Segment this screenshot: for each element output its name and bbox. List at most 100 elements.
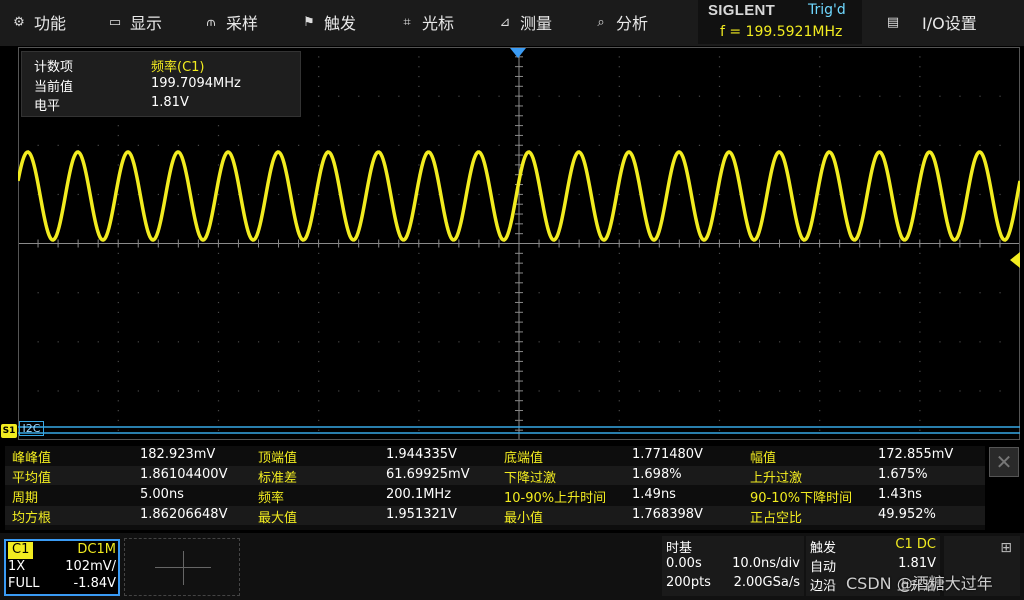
grid-dot — [137, 390, 139, 392]
trigger-frequency: f = 199.5921MHz — [720, 24, 843, 40]
i2c-decode-label[interactable]: I2C — [19, 421, 44, 436]
grid-dot — [257, 390, 260, 392]
trigger-position-marker[interactable] — [510, 48, 526, 58]
grid-dot — [678, 390, 681, 392]
grid-dot — [718, 213, 721, 215]
grid-dot — [77, 341, 79, 343]
grid-dot — [77, 390, 79, 392]
grid-dot — [939, 390, 941, 392]
grid-dot — [919, 95, 921, 97]
grid-dot — [879, 292, 881, 294]
menu-cursor-button[interactable]: ⌗ 光标 — [388, 0, 486, 44]
menu-trigger-button[interactable]: ⚑ 触发 — [290, 0, 388, 44]
ch1-offset-marker[interactable]: S1 — [1, 424, 17, 438]
grid-dot — [919, 282, 921, 284]
grid-dot — [959, 292, 961, 294]
grid-dot — [819, 419, 821, 422]
measurement-value: 172.855mV — [878, 447, 954, 462]
grid-dot — [678, 193, 681, 196]
close-measurements-button[interactable]: ✕ — [989, 447, 1019, 477]
measurement-value: 5.00ns — [140, 487, 184, 502]
grid-dot — [618, 193, 620, 196]
menu-measure-button[interactable]: ⊿ 测量 — [486, 0, 582, 44]
menu-analysis-label: 分析 — [616, 14, 649, 33]
grid-dot — [318, 351, 320, 353]
grid-dot — [899, 341, 901, 343]
menu-bar: ⚙ 功能 ▭ 显示 ⫙ 采样 ⚑ 触发 ⌗ 光标 ⊿ 测量 ⌕ 分析 ▤ I/O… — [0, 0, 1024, 46]
grid-dot — [859, 390, 861, 392]
grid-dot — [819, 125, 821, 127]
grid-dot — [919, 193, 921, 196]
grid-dot — [117, 341, 119, 343]
timebase-panel[interactable]: 时基 0.00s 10.0ns/div 200pts 2.00GSa/s — [662, 536, 804, 596]
grid-dot — [318, 144, 320, 146]
grid-dot — [658, 193, 660, 196]
io-icon: ▤ — [886, 14, 900, 30]
grid-dot — [37, 292, 39, 294]
acquire-icon: ⫙ — [206, 14, 216, 30]
grid-dot — [919, 252, 921, 255]
grid-dot — [217, 134, 220, 137]
grid-dot — [117, 311, 119, 313]
grid-dot — [318, 301, 320, 304]
menu-analysis-button[interactable]: ⌕ 分析 — [582, 0, 680, 44]
grid-dot — [718, 380, 721, 382]
grid-dot — [418, 331, 420, 333]
measurement-value: 1.944335V — [386, 447, 457, 462]
grid-dot — [819, 400, 821, 402]
grid-dot — [338, 144, 340, 146]
trigger-level-marker[interactable] — [1010, 252, 1020, 268]
grid-dot — [438, 95, 440, 97]
menu-trigger-label: 触发 — [324, 14, 357, 33]
grid-dot — [97, 341, 99, 343]
grid-dot — [939, 292, 941, 294]
grid-dot — [618, 360, 620, 363]
trigger-status: Trig'd — [808, 2, 846, 18]
grid-dot — [638, 390, 640, 392]
grid-dot — [298, 292, 300, 294]
grid-dot — [718, 410, 721, 412]
grid-dot — [117, 262, 119, 264]
measure-icon: ⊿ — [499, 14, 511, 30]
grid-dot — [598, 193, 600, 196]
grid-dot — [718, 125, 721, 127]
flag-icon: ⚑ — [303, 14, 315, 30]
grid-dot — [919, 154, 921, 156]
ch1-settings-panel[interactable]: C1 DC1M 1X 102mV/ FULL -1.84V — [4, 539, 120, 596]
timebase-row: 200pts 2.00GSa/s — [666, 575, 800, 593]
grid-dot — [458, 95, 460, 97]
grid-dot — [498, 341, 500, 343]
grid-dot — [318, 115, 320, 117]
grid-dot — [117, 400, 119, 402]
measurement-value: 1.675% — [878, 467, 928, 482]
grid-dot — [217, 351, 220, 353]
grid-dot — [618, 429, 620, 431]
grid-dot — [478, 292, 480, 294]
menu-acquire-button[interactable]: ⫙ 采样 — [192, 0, 290, 44]
grid-dot — [819, 380, 821, 382]
grid-dot — [698, 144, 701, 146]
grid-dot — [618, 380, 620, 382]
menu-display-button[interactable]: ▭ 显示 — [96, 0, 192, 44]
grid-dot — [718, 95, 721, 97]
measurement-label: 底端值 — [504, 451, 544, 466]
grid-dot — [718, 262, 721, 264]
grid-dot — [217, 203, 220, 205]
ch1-offset: -1.84V — [73, 576, 116, 591]
grid-dot — [718, 193, 721, 196]
grid-dot — [117, 272, 119, 274]
grid-dot — [418, 282, 420, 284]
grid-dot — [217, 154, 220, 156]
add-channel-panel[interactable] — [124, 538, 240, 596]
grid-dot — [378, 292, 380, 294]
menu-function-button[interactable]: ⚙ 功能 — [0, 0, 96, 44]
grid-dot — [819, 144, 821, 146]
grid-dot — [618, 282, 620, 284]
grid-dot — [718, 321, 721, 323]
counter-key: 电平 — [34, 99, 61, 114]
grid-dot — [718, 282, 721, 284]
grid-dot — [418, 252, 420, 255]
grid-dot — [318, 400, 320, 402]
menu-io-button[interactable]: ▤ I/O设置 — [874, 0, 1022, 44]
gear-icon: ⚙ — [13, 14, 25, 30]
